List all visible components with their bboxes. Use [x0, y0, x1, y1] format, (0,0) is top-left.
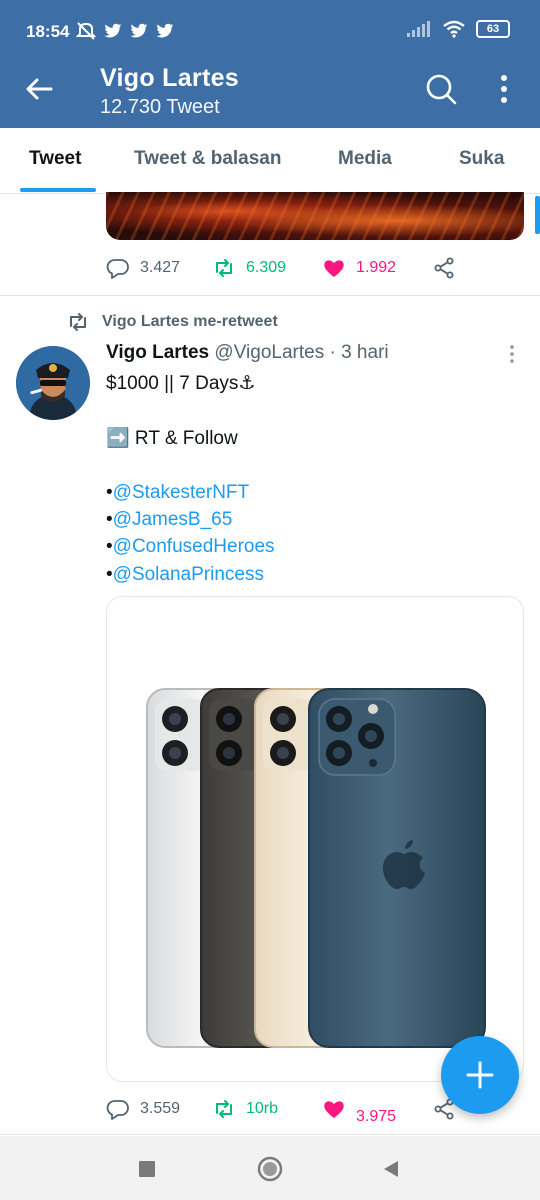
retweet-count: 6.309 [246, 259, 287, 276]
tweet-divider [0, 1134, 540, 1135]
tweet-actions: 3.559 10rb 3.975 [106, 1094, 466, 1125]
previous-tweet-media[interactable] [106, 192, 524, 240]
tweet-time: · 3 hari [329, 342, 389, 363]
mention-link[interactable]: @SolanaPrincess [113, 564, 264, 585]
profile-header: 18:54 63 Vigo Lartes 12.730 Tweet [0, 0, 540, 128]
search-button[interactable] [424, 72, 458, 106]
retweet-icon [216, 1100, 232, 1118]
profile-tabs: Tweet Tweet & balasan Media Suka [0, 128, 540, 194]
heart-filled-icon [324, 260, 344, 277]
tab-tweet-and-replies[interactable]: Tweet & balasan [134, 148, 281, 170]
retweet-icon [70, 313, 86, 331]
tweet-text-line: $1000 || 7 Days⚓ [106, 373, 256, 394]
triangle-back-icon [384, 1161, 398, 1177]
like-button[interactable]: 1.992 [322, 256, 432, 280]
home-circle-icon [257, 1156, 283, 1182]
mention-link[interactable]: @StakesterNFT [113, 482, 249, 503]
profile-name-title: Vigo Lartes [100, 64, 239, 92]
reply-icon [106, 1100, 129, 1120]
retweet-button[interactable]: 6.309 [212, 256, 322, 280]
like-count: 1.992 [356, 259, 397, 276]
share-button[interactable] [432, 256, 456, 280]
heart-filled-icon [324, 1101, 344, 1118]
recents-button[interactable] [132, 1154, 162, 1184]
mute-icon [76, 22, 96, 40]
twitter-bird-icon [130, 23, 148, 38]
previous-tweet-actions: 3.427 6.309 1.992 [106, 253, 466, 283]
wifi-icon [443, 20, 465, 38]
mention-line: •@StakesterNFT [106, 482, 250, 503]
reply-count: 3.559 [140, 1100, 181, 1117]
tweet-divider [0, 295, 540, 296]
status-time: 18:54 [26, 22, 70, 41]
search-icon [426, 74, 457, 105]
avatar[interactable] [16, 346, 90, 420]
tweet-count: 12.730 Tweet [100, 96, 220, 118]
more-options-button[interactable] [492, 72, 516, 106]
like-count: 3.975 [356, 1108, 397, 1125]
back-button[interactable] [22, 72, 56, 106]
retweet-icon [216, 259, 232, 277]
home-button[interactable] [255, 1154, 285, 1184]
tab-tweet[interactable]: Tweet [29, 148, 81, 170]
tab-likes[interactable]: Suka [459, 148, 504, 170]
author-name[interactable]: Vigo Lartes [106, 342, 209, 363]
author-handle[interactable]: @VigoLartes [214, 342, 324, 363]
more-vertical-icon [501, 75, 507, 103]
status-bar: 18:54 63 [0, 0, 540, 60]
reply-count: 3.427 [140, 259, 181, 276]
tab-media[interactable]: Media [338, 148, 392, 170]
scrollbar[interactable] [535, 196, 540, 234]
app-root: 18:54 63 Vigo Lartes 12.730 Tweet Tweet … [0, 0, 540, 1200]
system-icons: 63 [406, 20, 510, 38]
more-vertical-icon [510, 345, 514, 363]
tweet-header: Vigo Lartes @VigoLartes · 3 hari [106, 342, 389, 364]
reply-button[interactable]: 3.559 [106, 1097, 212, 1121]
mention-line: •@JamesB_65 [106, 509, 233, 530]
mention-link[interactable]: @JamesB_65 [113, 509, 233, 530]
retweet-context-label: Vigo Lartes me-retweet [102, 313, 278, 330]
plus-icon [466, 1061, 494, 1089]
like-button[interactable]: 3.975 [322, 1097, 432, 1125]
mention-line: •@ConfusedHeroes [106, 536, 275, 557]
share-icon [434, 257, 454, 279]
twitter-bird-icon [156, 23, 174, 38]
mention-link[interactable]: @ConfusedHeroes [113, 536, 275, 557]
retweet-context[interactable]: Vigo Lartes me-retweet [66, 310, 278, 334]
tweet-text-line: ➡️ RT & Follow [106, 428, 238, 449]
tweet-more-button[interactable] [504, 344, 520, 364]
back-nav-button[interactable] [376, 1154, 406, 1184]
square-icon [139, 1161, 155, 1177]
mention-line: •@SolanaPrincess [106, 564, 264, 585]
smartphones-image [146, 688, 486, 1048]
compose-tweet-button[interactable] [441, 1036, 519, 1114]
retweet-count: 10rb [246, 1100, 279, 1117]
battery-icon: 63 [476, 20, 510, 38]
arrow-left-icon [26, 78, 53, 100]
system-navigation-bar [0, 1136, 540, 1200]
reply-icon [106, 259, 129, 279]
active-tab-indicator [20, 188, 96, 192]
reply-button[interactable]: 3.427 [106, 256, 212, 280]
notification-icons [76, 22, 174, 40]
tweet-media-image[interactable] [106, 596, 524, 1082]
pirate-captain-avatar-icon [16, 346, 90, 420]
signal-icon [407, 21, 430, 37]
twitter-bird-icon [104, 23, 122, 38]
retweet-button[interactable]: 10rb [212, 1097, 322, 1121]
